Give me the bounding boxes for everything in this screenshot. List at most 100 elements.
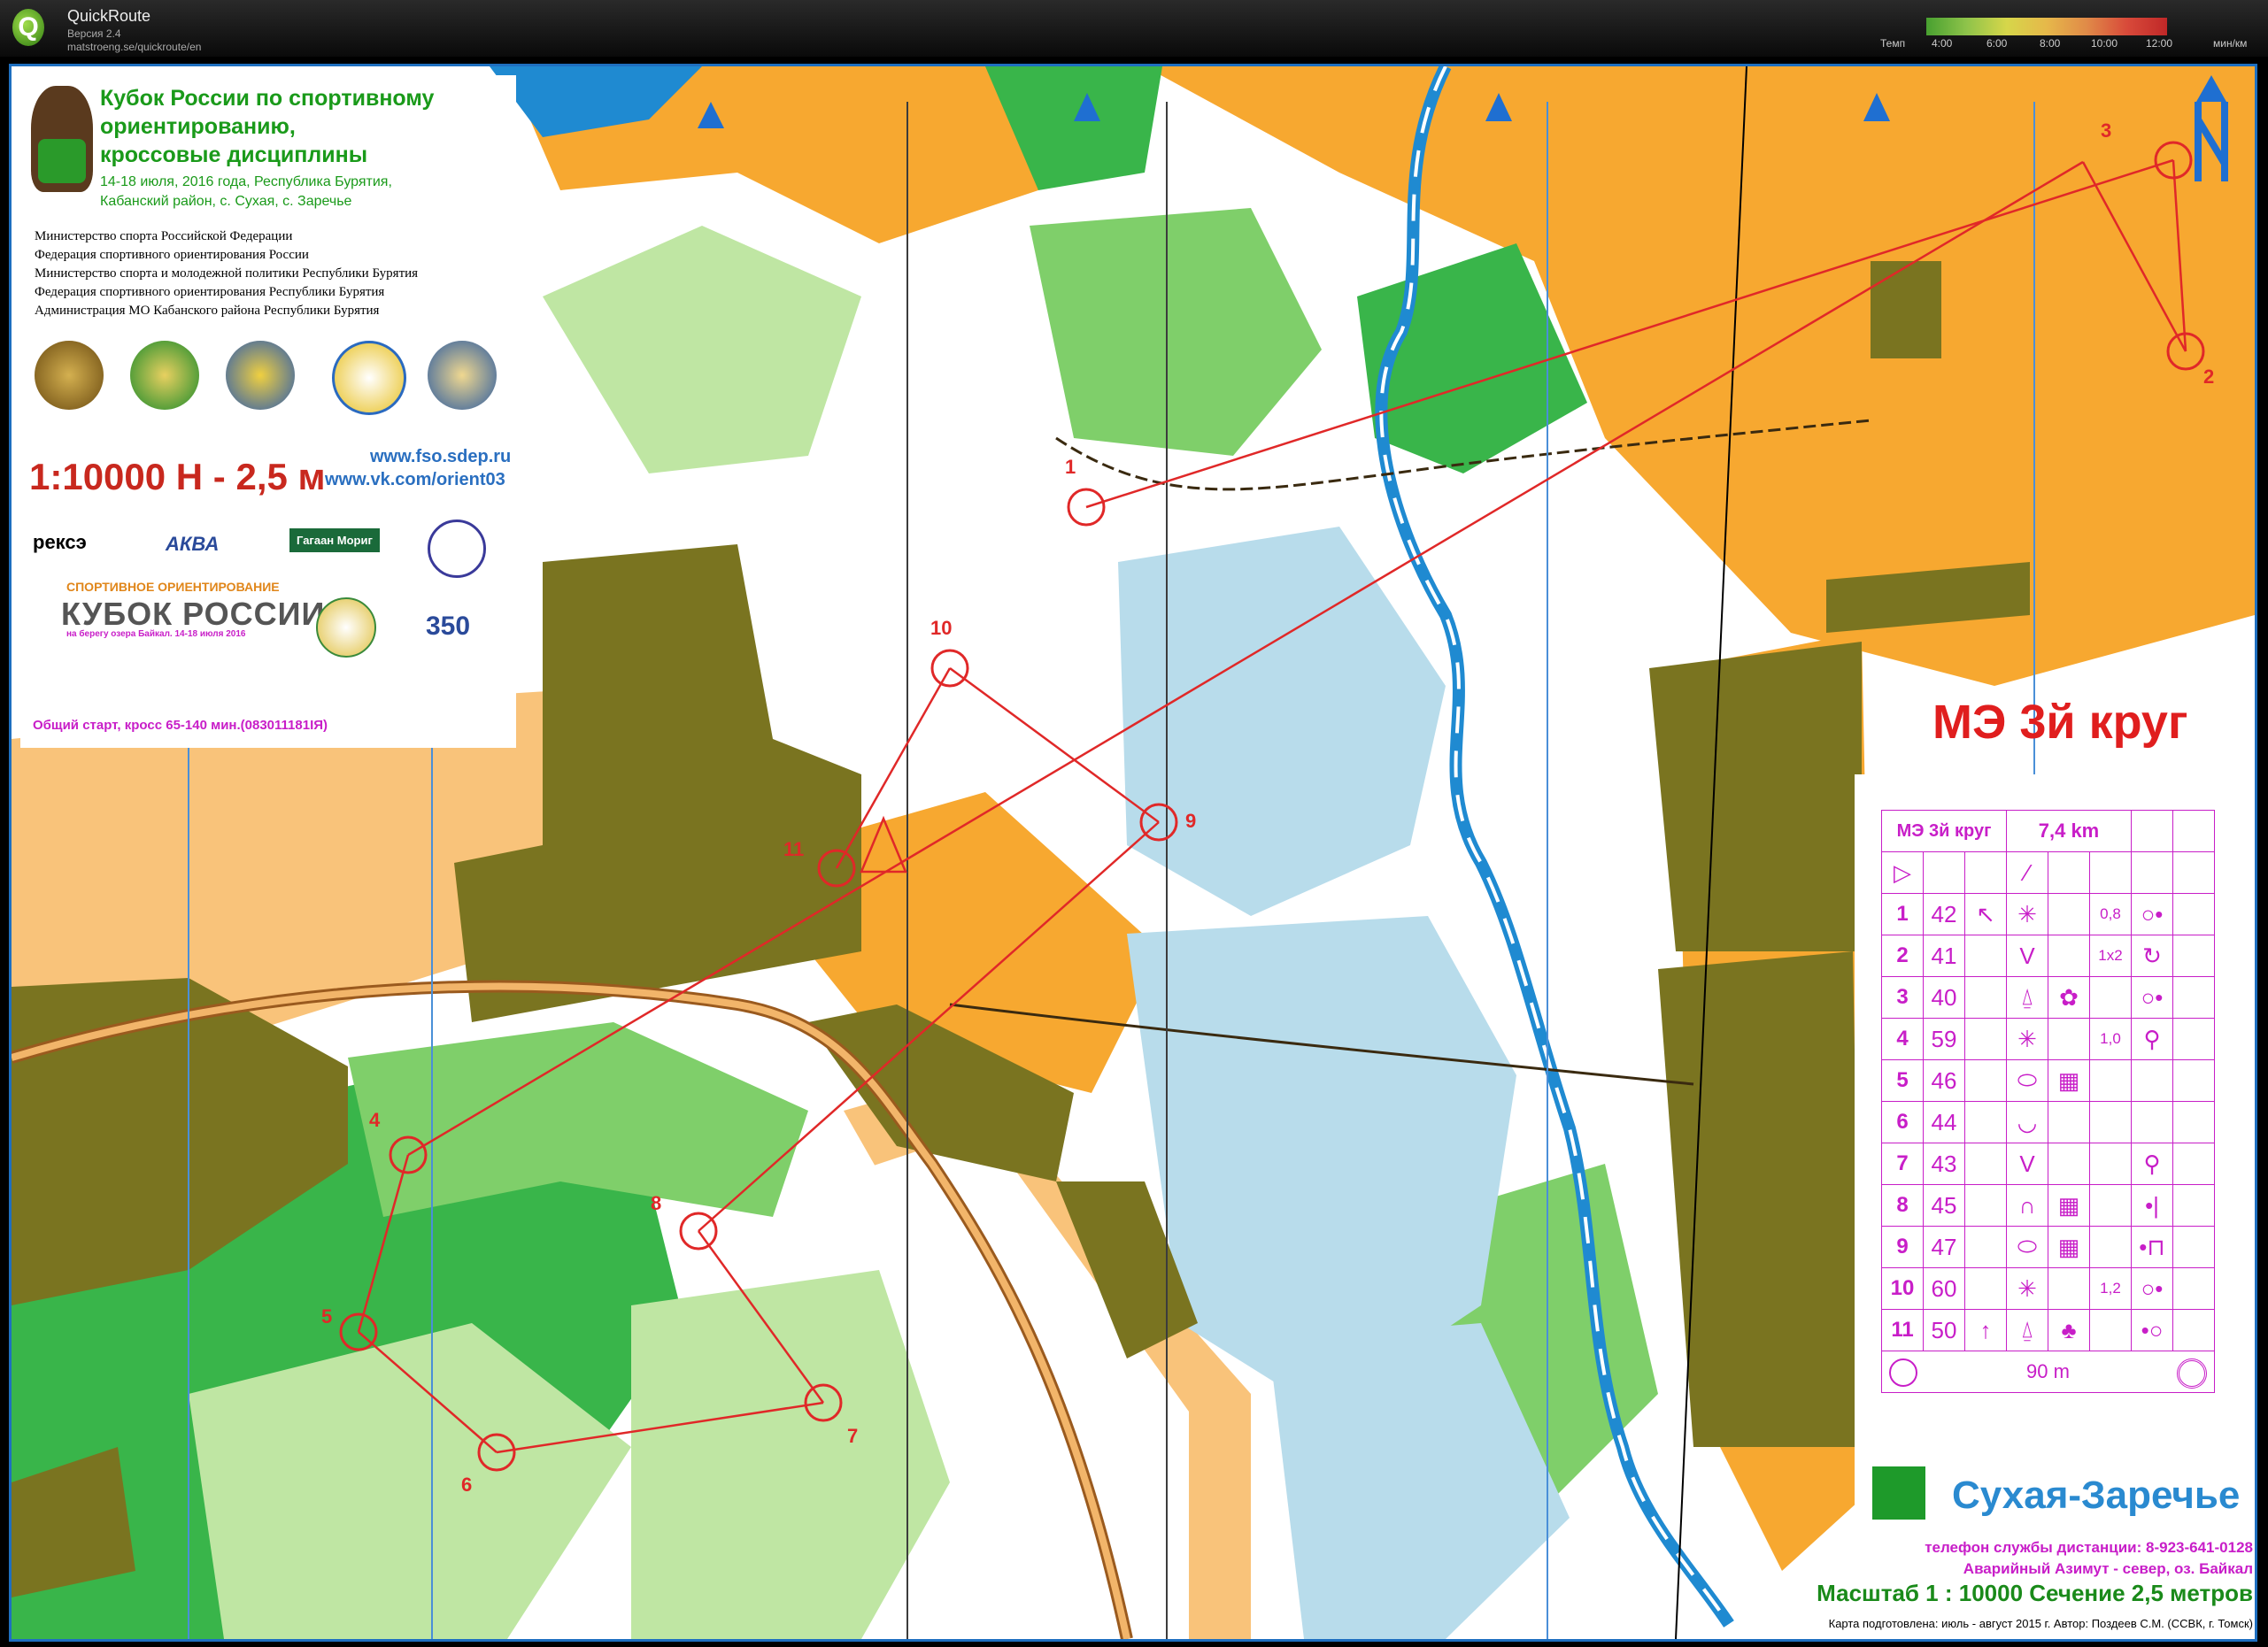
empty-cell: [2172, 893, 2215, 935]
control-f-cell: 0,8: [2089, 893, 2132, 935]
control-num-cell: 4: [1881, 1018, 1924, 1060]
control-label-1: 1: [1065, 456, 1076, 478]
control-row: 6 44 ◡: [1881, 1101, 2215, 1143]
buryatia-federation-emblem-icon: [332, 341, 406, 415]
baikal-logo-icon: [316, 597, 376, 658]
control-d-cell: ✳: [2006, 893, 2048, 935]
control-rows: 1 42 ↖ ✳ 0,8 ○• 2 41 V 1x2 ↻ 3 40 ⍙ ✿ ○• 4 59 ✳ 1,0 ⚲ 5 46 ⬭ ▦ 6 4…: [1881, 893, 2215, 1351]
control-c-cell: [1964, 935, 2007, 977]
control-g-cell: •|: [2131, 1184, 2173, 1227]
website-link[interactable]: www.fso.sdep.ru: [370, 447, 511, 467]
control-label-11: 11: [783, 838, 805, 860]
control-code-cell: 44: [1923, 1101, 1965, 1143]
event-title-line2: ориентированию,: [100, 114, 296, 139]
finish-row: 90 m: [1881, 1351, 2215, 1393]
empty-cell: [2172, 1059, 2215, 1102]
map-scale-text: Масштаб 1 : 10000 Сечение 2,5 метров: [1817, 1580, 2253, 1606]
control-f-cell: [2089, 1143, 2132, 1185]
vk-link[interactable]: www.vk.com/orient03: [325, 470, 505, 490]
course-title: МЭ 3й круг: [1932, 696, 2188, 749]
empty-cell: [2172, 1267, 2215, 1310]
buryatia-emblem-icon: [226, 341, 295, 410]
control-description-panel: МЭ 3й круг 7,4 km ▷ ⁄ 1 42 ↖ ✳ 0,8 ○• 2 41 V 1x2 ↻…: [1855, 774, 2244, 1447]
ulan-ude-350-logo: 350: [426, 612, 471, 641]
control-d-cell: V: [2006, 1143, 2048, 1185]
sponsor-akva: АКВА: [166, 533, 220, 555]
control-row: 3 40 ⍙ ✿ ○•: [1881, 976, 2215, 1019]
control-g-cell: [2131, 1059, 2173, 1102]
app-titlebar: Q QuickRoute Версия 2.4 matstroeng.se/qu…: [0, 0, 2268, 57]
control-e-cell: ▦: [2048, 1184, 2090, 1227]
control-e-cell: ✿: [2048, 976, 2090, 1019]
control-label-3: 3: [2101, 119, 2112, 142]
control-c-cell: [1964, 1101, 2007, 1143]
control-f-cell: 1,2: [2089, 1267, 2132, 1310]
control-e-cell: [2048, 1018, 2090, 1060]
control-label-7: 7: [847, 1425, 859, 1447]
control-label-6: 6: [461, 1474, 473, 1496]
control-d-cell: ∩: [2006, 1184, 2048, 1227]
empty-cell: [2172, 1309, 2215, 1351]
course-length-cell: 7,4 km: [2006, 810, 2132, 852]
app-url[interactable]: matstroeng.se/quickroute/en: [67, 41, 201, 53]
control-code-cell: 43: [1923, 1143, 1965, 1185]
empty-cell: [2131, 810, 2173, 852]
cup-subtitle: СПОРТИВНОЕ ОРИЕНТИРОВАНИЕ: [66, 580, 280, 594]
organizer: Министерство спорта и молодежной политик…: [35, 266, 419, 281]
control-code-cell: 46: [1923, 1059, 1965, 1102]
organizer: Федерация спортивного ориентирования Рос…: [35, 248, 309, 262]
control-f-cell: 1x2: [2089, 935, 2132, 977]
control-label-9: 9: [1185, 810, 1197, 832]
empty-cell: [2172, 1226, 2215, 1268]
organizer: Федерация спортивного ориентирования Рес…: [35, 285, 385, 299]
control-c-cell: [1964, 976, 2007, 1019]
event-title-line1: Кубок России по спортивному: [100, 86, 435, 111]
control-f-cell: [2089, 976, 2132, 1019]
empty-cell: [2172, 935, 2215, 977]
empty-cell: [2172, 810, 2215, 852]
control-row: 10 60 ✳ 1,2 ○•: [1881, 1267, 2215, 1310]
control-num-cell: 3: [1881, 976, 1924, 1019]
mass-start-info: Общий старт, кросс 65-140 мин.(083011181…: [33, 718, 328, 733]
bear-logo-icon: [428, 519, 486, 578]
control-d-cell: ⍙: [2006, 1309, 2048, 1351]
control-e-cell: [2048, 1267, 2090, 1310]
control-d-cell: V: [2006, 935, 2048, 977]
control-c-cell: ↑: [1964, 1309, 2007, 1351]
empty-cell: [2131, 851, 2173, 894]
control-code-cell: 59: [1923, 1018, 1965, 1060]
table-header-row: МЭ 3й круг 7,4 km: [1881, 810, 2215, 852]
start-triangle-icon: ▷: [1881, 851, 1924, 894]
control-row: 2 41 V 1x2 ↻: [1881, 935, 2215, 977]
pace-unit: мин/км: [2213, 37, 2248, 50]
control-code-cell: 45: [1923, 1184, 1965, 1227]
finish-circle-icon: [1889, 1358, 1917, 1387]
empty-cell: [2089, 851, 2132, 894]
control-description-table: МЭ 3й круг 7,4 km ▷ ⁄ 1 42 ↖ ✳ 0,8 ○• 2 41 V 1x2 ↻…: [1881, 810, 2215, 1393]
control-e-cell: ▦: [2048, 1226, 2090, 1268]
control-code-cell: 60: [1923, 1267, 1965, 1310]
orienteering-logo-icon: [1872, 1466, 1925, 1520]
control-g-cell: ○•: [2131, 976, 2173, 1019]
map-footer-panel: Сухая-Заречье телефон службы дистанции: …: [1817, 1447, 2255, 1639]
control-f-cell: [2089, 1059, 2132, 1102]
empty-cell: [2172, 1101, 2215, 1143]
app-version: Версия 2.4: [67, 27, 121, 40]
control-d-cell: ✳: [2006, 1267, 2048, 1310]
event-header-panel: Кубок России по спортивному ориентирован…: [20, 75, 516, 748]
finish-distance: 90 m: [2026, 1360, 2070, 1382]
pace-tick: 10:00: [2091, 37, 2118, 50]
orienteering-map[interactable]: 1 2 3 4 5 6 7 8 9 10 11 Кубок России по …: [9, 64, 2257, 1642]
event-title-line3: кроссовые дисциплины: [100, 142, 368, 167]
control-code-cell: 47: [1923, 1226, 1965, 1268]
map-credits: Карта подготовлена: июль - август 2015 г…: [1828, 1617, 2253, 1630]
control-label-10: 10: [930, 617, 953, 639]
control-row: 1 42 ↖ ✳ 0,8 ○•: [1881, 893, 2215, 935]
control-row: 8 45 ∩ ▦ •|: [1881, 1184, 2215, 1227]
control-num-cell: 9: [1881, 1226, 1924, 1268]
control-g-cell: ↻: [2131, 935, 2173, 977]
control-c-cell: [1964, 1018, 2007, 1060]
control-label-2: 2: [2203, 366, 2215, 388]
control-g-cell: [2131, 1101, 2173, 1143]
control-code-cell: 42: [1923, 893, 1965, 935]
